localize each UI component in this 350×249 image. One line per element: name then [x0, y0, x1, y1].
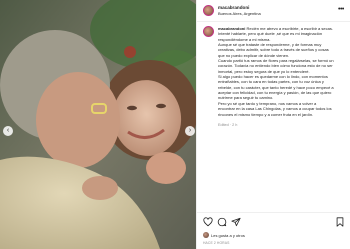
author-avatar[interactable]: [203, 5, 214, 16]
likes-suffix: y otros: [232, 232, 245, 238]
post-actions: Les gusta a y otros HACE 2 HORAS: [197, 212, 350, 249]
caption-age: Edited · 2 h: [218, 123, 238, 127]
caption-username[interactable]: macabrandoni: [218, 26, 245, 31]
post-image: [0, 0, 196, 249]
caption-text-line: creativas, debo admitir, sobre todo a tr…: [218, 47, 329, 53]
liker-avatar: [203, 232, 209, 238]
ellipsis-icon[interactable]: •••: [338, 6, 344, 13]
post-side-panel: macabrandoni Buenos Aires, Argentina •••…: [196, 0, 350, 249]
post-photo[interactable]: ‹ ›: [0, 0, 196, 249]
post-header: macabrandoni Buenos Aires, Argentina •••: [197, 0, 350, 22]
caption-text-line: Recién me atrevo a escribirte, a escribi…: [246, 26, 333, 31]
post-date: HACE 2 HORAS: [203, 241, 230, 245]
heart-icon[interactable]: [203, 217, 213, 227]
carousel-next-button[interactable]: ›: [185, 126, 195, 136]
carousel-prev-button[interactable]: ‹: [3, 126, 13, 136]
post-location[interactable]: Buenos Aires, Argentina: [218, 11, 261, 16]
comments-section: macabrandoni Recién me atrevo a escribir…: [197, 22, 350, 212]
post-caption: macabrandoni Recién me atrevo a escribir…: [218, 26, 346, 117]
likes-prefix: Les gusta a: [211, 232, 232, 238]
bookmark-icon[interactable]: [335, 217, 345, 227]
likes-text: Les gusta a y otros: [211, 233, 245, 238]
caption-text-line: encontrar en la casa Las Chingolas, y va…: [218, 106, 332, 112]
caption-text-line: corazón. Todavía no entiendo bien cómo f…: [218, 63, 333, 69]
comment-icon[interactable]: [217, 217, 227, 227]
paper-plane-icon[interactable]: [231, 217, 241, 227]
caption-author-avatar[interactable]: [203, 26, 214, 37]
caption-text-line: rincones el mismo tiempo y a comer fruta…: [218, 111, 314, 117]
